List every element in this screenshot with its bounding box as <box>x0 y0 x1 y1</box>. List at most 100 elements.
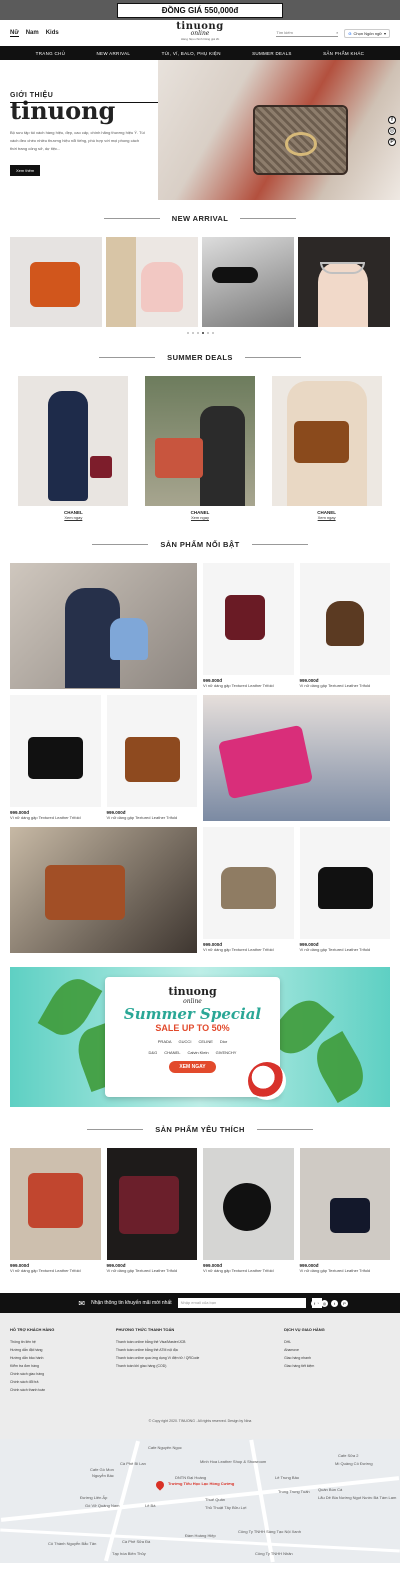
search-icon[interactable]: ⌕ <box>336 30 338 35</box>
brand-name: GUCCI <box>178 1039 192 1044</box>
section-title: NEW ARRIVAL <box>171 214 229 223</box>
nav-bags[interactable]: TÚI, VÍ, BALO, PHỤ KIỆN <box>162 51 221 56</box>
summer-sale-banner[interactable]: tinuong online Summer Special SALE UP TO… <box>10 967 390 1107</box>
map-label: Mì Quảng Cô Đường <box>335 1461 373 1466</box>
product-card[interactable]: 999.000đ Ví nữ dáng gập Textured Leather… <box>203 1148 294 1273</box>
footer-link[interactable]: Chính sách đổi trả <box>10 1378 116 1386</box>
product-image[interactable] <box>202 237 294 327</box>
featured-banner-image[interactable] <box>10 827 197 953</box>
nav-home[interactable]: TRANG CHỦ <box>36 51 65 56</box>
nav-summer-deals[interactable]: SUMMER DEALS <box>252 51 292 56</box>
deal-card[interactable]: CHANEL Xem ngay <box>271 376 382 520</box>
category-links: Nữ Nam Kids <box>10 30 59 37</box>
site-logo[interactable]: tinuong online Hàng hiệu chính hãng giá … <box>176 21 223 41</box>
product-card[interactable]: 999.000đ Ví nữ dáng gập Textured Leather… <box>106 1148 197 1273</box>
footer-link[interactable]: Thanh toán online bằng thẻ Visa/Master/J… <box>116 1338 264 1346</box>
product-card[interactable]: 999.000đ Ví nữ dáng gập Textured Leather… <box>299 563 390 689</box>
facebook-icon[interactable]: f <box>388 116 396 124</box>
beach-ball-image <box>248 1062 286 1100</box>
map-label: Đàm Hoàng Hiệp <box>185 1533 216 1538</box>
footer-link[interactable]: Hướng dẫn bảo hành <box>10 1354 116 1362</box>
footer-column-support: HỖ TRỢ KHÁCH HÀNG Thông tin liên hệ Hướn… <box>10 1327 116 1394</box>
product-name: Ví nữ dáng gập Textured Leather Trifold <box>299 683 371 688</box>
footer-link[interactable]: Kiểm tra đơn hàng <box>10 1362 116 1370</box>
product-image[interactable] <box>298 237 390 327</box>
product-name: Ví nữ dáng gập Textured Leather Trifold <box>106 815 178 820</box>
instagram-icon[interactable]: ◎ <box>388 127 396 135</box>
footer-link[interactable]: DHL <box>284 1338 390 1346</box>
footer-link[interactable]: Thanh toán online qua ứng dụng Ví điện t… <box>116 1354 264 1362</box>
product-card[interactable]: 999.000đ Ví nữ dáng gập Textured Leather… <box>106 695 197 821</box>
language-label: Chọn Ngôn ngữ <box>353 30 382 36</box>
copyright: © Copy right 2020. TINUONG . All rights … <box>148 1419 252 1423</box>
nav-new-arrival[interactable]: NEW ARRIVAL <box>96 51 130 56</box>
footer-link[interactable]: Giao hàng tiết kiệm <box>284 1362 390 1370</box>
carousel-dots[interactable] <box>0 332 400 334</box>
category-women[interactable]: Nữ <box>10 30 19 37</box>
necklace-image <box>320 262 365 274</box>
footer-link[interactable]: Giao hàng nhanh <box>284 1354 390 1362</box>
product-name: Ví nữ dáng gập Textured Leather Trifold <box>10 815 81 820</box>
product-card[interactable]: 999.000đ Ví nữ dáng gập Textured Leather… <box>203 827 294 953</box>
map-label: Thủ Thuật Tây Bửu Lợi <box>205 1505 247 1510</box>
map-label: Lê Bá <box>145 1503 156 1508</box>
brand-name: CELINE <box>198 1039 213 1044</box>
footer-link[interactable]: Ahamove <box>284 1346 390 1354</box>
pinterest-icon[interactable]: P <box>341 1299 348 1307</box>
deal-card[interactable]: CHANEL Xem ngay <box>144 376 255 520</box>
language-select[interactable]: G Chọn Ngôn ngữ ▾ <box>344 28 390 38</box>
category-men[interactable]: Nam <box>26 30 39 37</box>
deal-image <box>144 376 255 506</box>
sunglasses-image <box>212 267 258 283</box>
product-image[interactable] <box>10 237 102 327</box>
footer-link[interactable]: Chính sách giao hàng <box>10 1370 116 1378</box>
footer-link[interactable]: Thông tin liên hệ <box>10 1338 116 1346</box>
facebook-icon[interactable]: f <box>311 1299 318 1307</box>
brand-name: Dior <box>219 1039 228 1044</box>
hero-more-button[interactable]: Xem thêm <box>10 165 41 176</box>
brand-name: D&G <box>148 1050 158 1055</box>
product-image <box>106 1148 197 1260</box>
brand-name: PRADA <box>157 1039 172 1044</box>
pinterest-icon[interactable]: P <box>388 138 396 146</box>
product-card[interactable]: 999.000đ Ví nữ dáng gập Textured Leather… <box>10 1148 101 1273</box>
footer-link[interactable]: Hướng dẫn đặt hàng <box>10 1346 116 1354</box>
section-title: SẢN PHẨM NỔI BẬT <box>160 540 240 549</box>
map-label: DNTN Đại Hoàng <box>175 1475 207 1480</box>
deal-link[interactable]: Xem ngay <box>18 515 128 520</box>
product-card[interactable]: 999.000đ Ví nữ dáng gập Textured Leather… <box>299 827 390 953</box>
map-label: Lê Trung Bảo <box>275 1475 300 1480</box>
newsletter-email-input[interactable]: Nhập email của bạn <box>177 1298 306 1308</box>
footer-link[interactable]: Thanh toán online bằng thẻ ATM nội địa <box>116 1346 264 1354</box>
footer-link[interactable]: Thanh toán khi giao hàng (COD) <box>116 1362 264 1370</box>
product-card[interactable]: 999.000đ Ví nữ dáng gập Textured Leather… <box>203 563 294 689</box>
hero-description: Bộ sưu tập túi xách hàng hiệu, đẹp, cao … <box>10 130 145 151</box>
product-name: Ví nữ dáng gập Textured Leather Trifold <box>299 947 371 952</box>
featured-banner-image[interactable] <box>10 563 197 689</box>
product-card[interactable]: 999.000đ Ví nữ dáng gập Textured Leather… <box>299 1148 390 1273</box>
instagram-icon[interactable]: ◎ <box>321 1299 328 1307</box>
mail-icon: ✉ <box>78 1298 86 1308</box>
map-label: Cafe Nguyên Ngọc <box>148 1445 182 1450</box>
hero-section: GIỚI THIỆU tinuong Bộ sưu tập túi xách h… <box>0 60 400 200</box>
deal-link[interactable]: Xem ngay <box>145 515 255 520</box>
product-card[interactable]: 999.000đ Ví nữ dáng gập Textured Leather… <box>10 695 101 821</box>
nav-other-products[interactable]: SẢN PHẨM KHÁC <box>323 51 364 56</box>
map-label: Cafe Sữa 2 <box>338 1453 359 1458</box>
deal-link[interactable]: Xem ngay <box>272 515 382 520</box>
search-input[interactable]: Tìm kiếm ⌕ <box>276 30 339 37</box>
deal-card[interactable]: CHANEL Xem ngay <box>18 376 129 520</box>
product-image[interactable] <box>106 237 198 327</box>
featured-banner-image[interactable] <box>203 695 390 821</box>
banner-sale: SALE UP TO 50% <box>155 1023 230 1033</box>
banner-cta-button[interactable]: XEM NGAY <box>169 1061 216 1073</box>
map-pin-icon[interactable] <box>154 1479 166 1491</box>
product-name: Ví nữ dáng gập Textured Leather Trifold <box>203 683 274 688</box>
map-label: Nguyễn Bác <box>92 1473 114 1478</box>
footer-link[interactable]: Chính sách thanh toán <box>10 1386 116 1394</box>
twitter-icon[interactable]: t <box>331 1299 338 1307</box>
category-kids[interactable]: Kids <box>46 30 59 37</box>
summer-deals-list: CHANEL Xem ngay CHANEL Xem ngay CHANEL X… <box>0 376 400 520</box>
location-map[interactable]: Trường Tiểu Học Lạc Hồng Cường Cafe Nguy… <box>0 1439 400 1563</box>
map-label: Tạp hóa Biên Thủy <box>112 1551 146 1556</box>
